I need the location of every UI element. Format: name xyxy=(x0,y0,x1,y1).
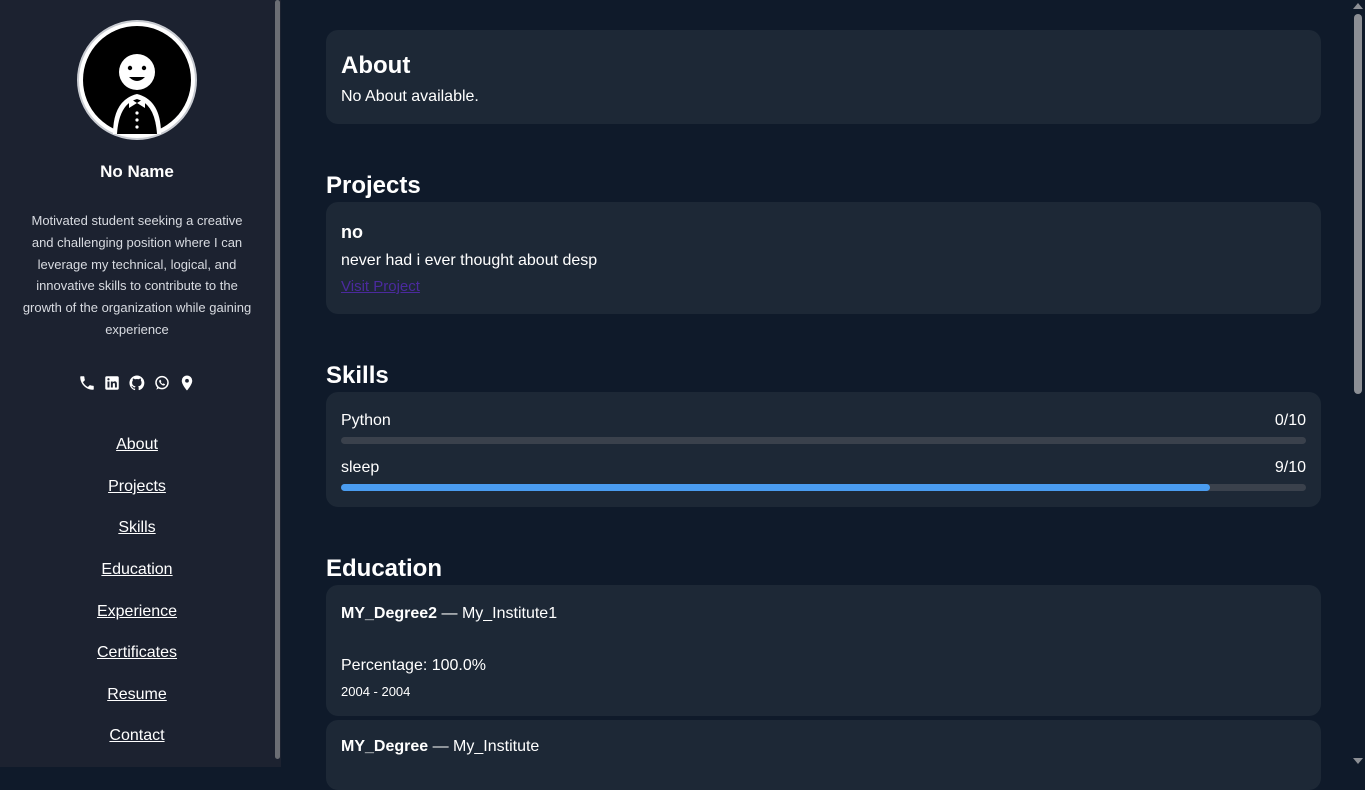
skill-progress-bar xyxy=(341,484,1306,491)
location-icon[interactable] xyxy=(178,374,196,392)
visit-project-link[interactable]: Visit Project xyxy=(341,278,420,295)
skill-score: 0/10 xyxy=(1274,412,1306,429)
education-years: 2004 - 2004 xyxy=(341,684,411,699)
nav-link-certificates[interactable]: Certificates xyxy=(0,644,274,662)
about-text: No About available. xyxy=(341,88,479,105)
about-title: About xyxy=(341,52,411,79)
education-heading: MY_Degree2 — My_Institute1 xyxy=(341,605,557,623)
skills-card: Python 0/10 sleep 9/10 xyxy=(326,392,1321,507)
profile-name: No Name xyxy=(100,162,174,181)
sidebar: No Name Motivated student seeking a crea… xyxy=(0,0,274,767)
education-institute: My_Institute xyxy=(453,738,540,755)
github-icon[interactable] xyxy=(128,374,146,392)
education-separator: — xyxy=(428,738,454,755)
about-card: About No About available. xyxy=(326,30,1321,124)
sidebar-scrollbar-thumb[interactable] xyxy=(275,0,280,759)
education-institute: My_Institute1 xyxy=(461,605,558,622)
project-description: never had i ever thought about desp xyxy=(341,252,598,269)
projects-title: Projects xyxy=(326,172,421,199)
avatar-illustration-icon xyxy=(83,26,191,134)
scroll-down-icon[interactable] xyxy=(1353,758,1363,764)
project-card: no never had i ever thought about desp V… xyxy=(326,202,1321,314)
education-heading: MY_Degree — My_Institute xyxy=(341,738,539,756)
education-degree: MY_Degree2 xyxy=(341,605,438,622)
nav-link-experience[interactable]: Experience xyxy=(0,603,274,621)
sidebar-scrollbar[interactable] xyxy=(274,0,281,767)
education-degree: MY_Degree xyxy=(341,738,429,755)
nav-link-resume[interactable]: Resume xyxy=(0,686,274,704)
skill-score: 9/10 xyxy=(1274,459,1306,476)
education-card: MY_Degree2 — My_Institute1 Percentage: 1… xyxy=(326,585,1321,716)
skill-name: sleep xyxy=(341,459,380,476)
skill-progress-fill xyxy=(341,484,1210,491)
whatsapp-icon[interactable] xyxy=(153,374,171,392)
skill-progress-bar xyxy=(341,437,1306,444)
nav-link-projects[interactable]: Projects xyxy=(0,478,274,496)
page-scrollbar[interactable] xyxy=(1350,0,1365,767)
project-name: no xyxy=(341,222,363,242)
skills-title: Skills xyxy=(326,362,389,389)
education-percentage: Percentage: 100.0% xyxy=(341,657,486,674)
education-separator: — xyxy=(437,605,462,622)
page-scrollbar-thumb[interactable] xyxy=(1354,14,1362,394)
education-title: Education xyxy=(326,555,443,582)
nav-link-about[interactable]: About xyxy=(0,436,274,454)
linkedin-icon[interactable] xyxy=(103,374,121,392)
nav-link-contact[interactable]: Contact xyxy=(0,727,274,745)
phone-icon[interactable] xyxy=(78,374,96,392)
scroll-up-icon[interactable] xyxy=(1353,3,1363,9)
nav-link-skills[interactable]: Skills xyxy=(0,519,274,537)
profile-bio: Motivated student seeking a creative and… xyxy=(22,213,252,337)
skill-name: Python xyxy=(341,412,391,429)
education-card: MY_Degree — My_Institute xyxy=(326,720,1321,790)
avatar xyxy=(77,20,197,140)
nav-link-education[interactable]: Education xyxy=(0,561,274,579)
social-links xyxy=(0,374,274,392)
